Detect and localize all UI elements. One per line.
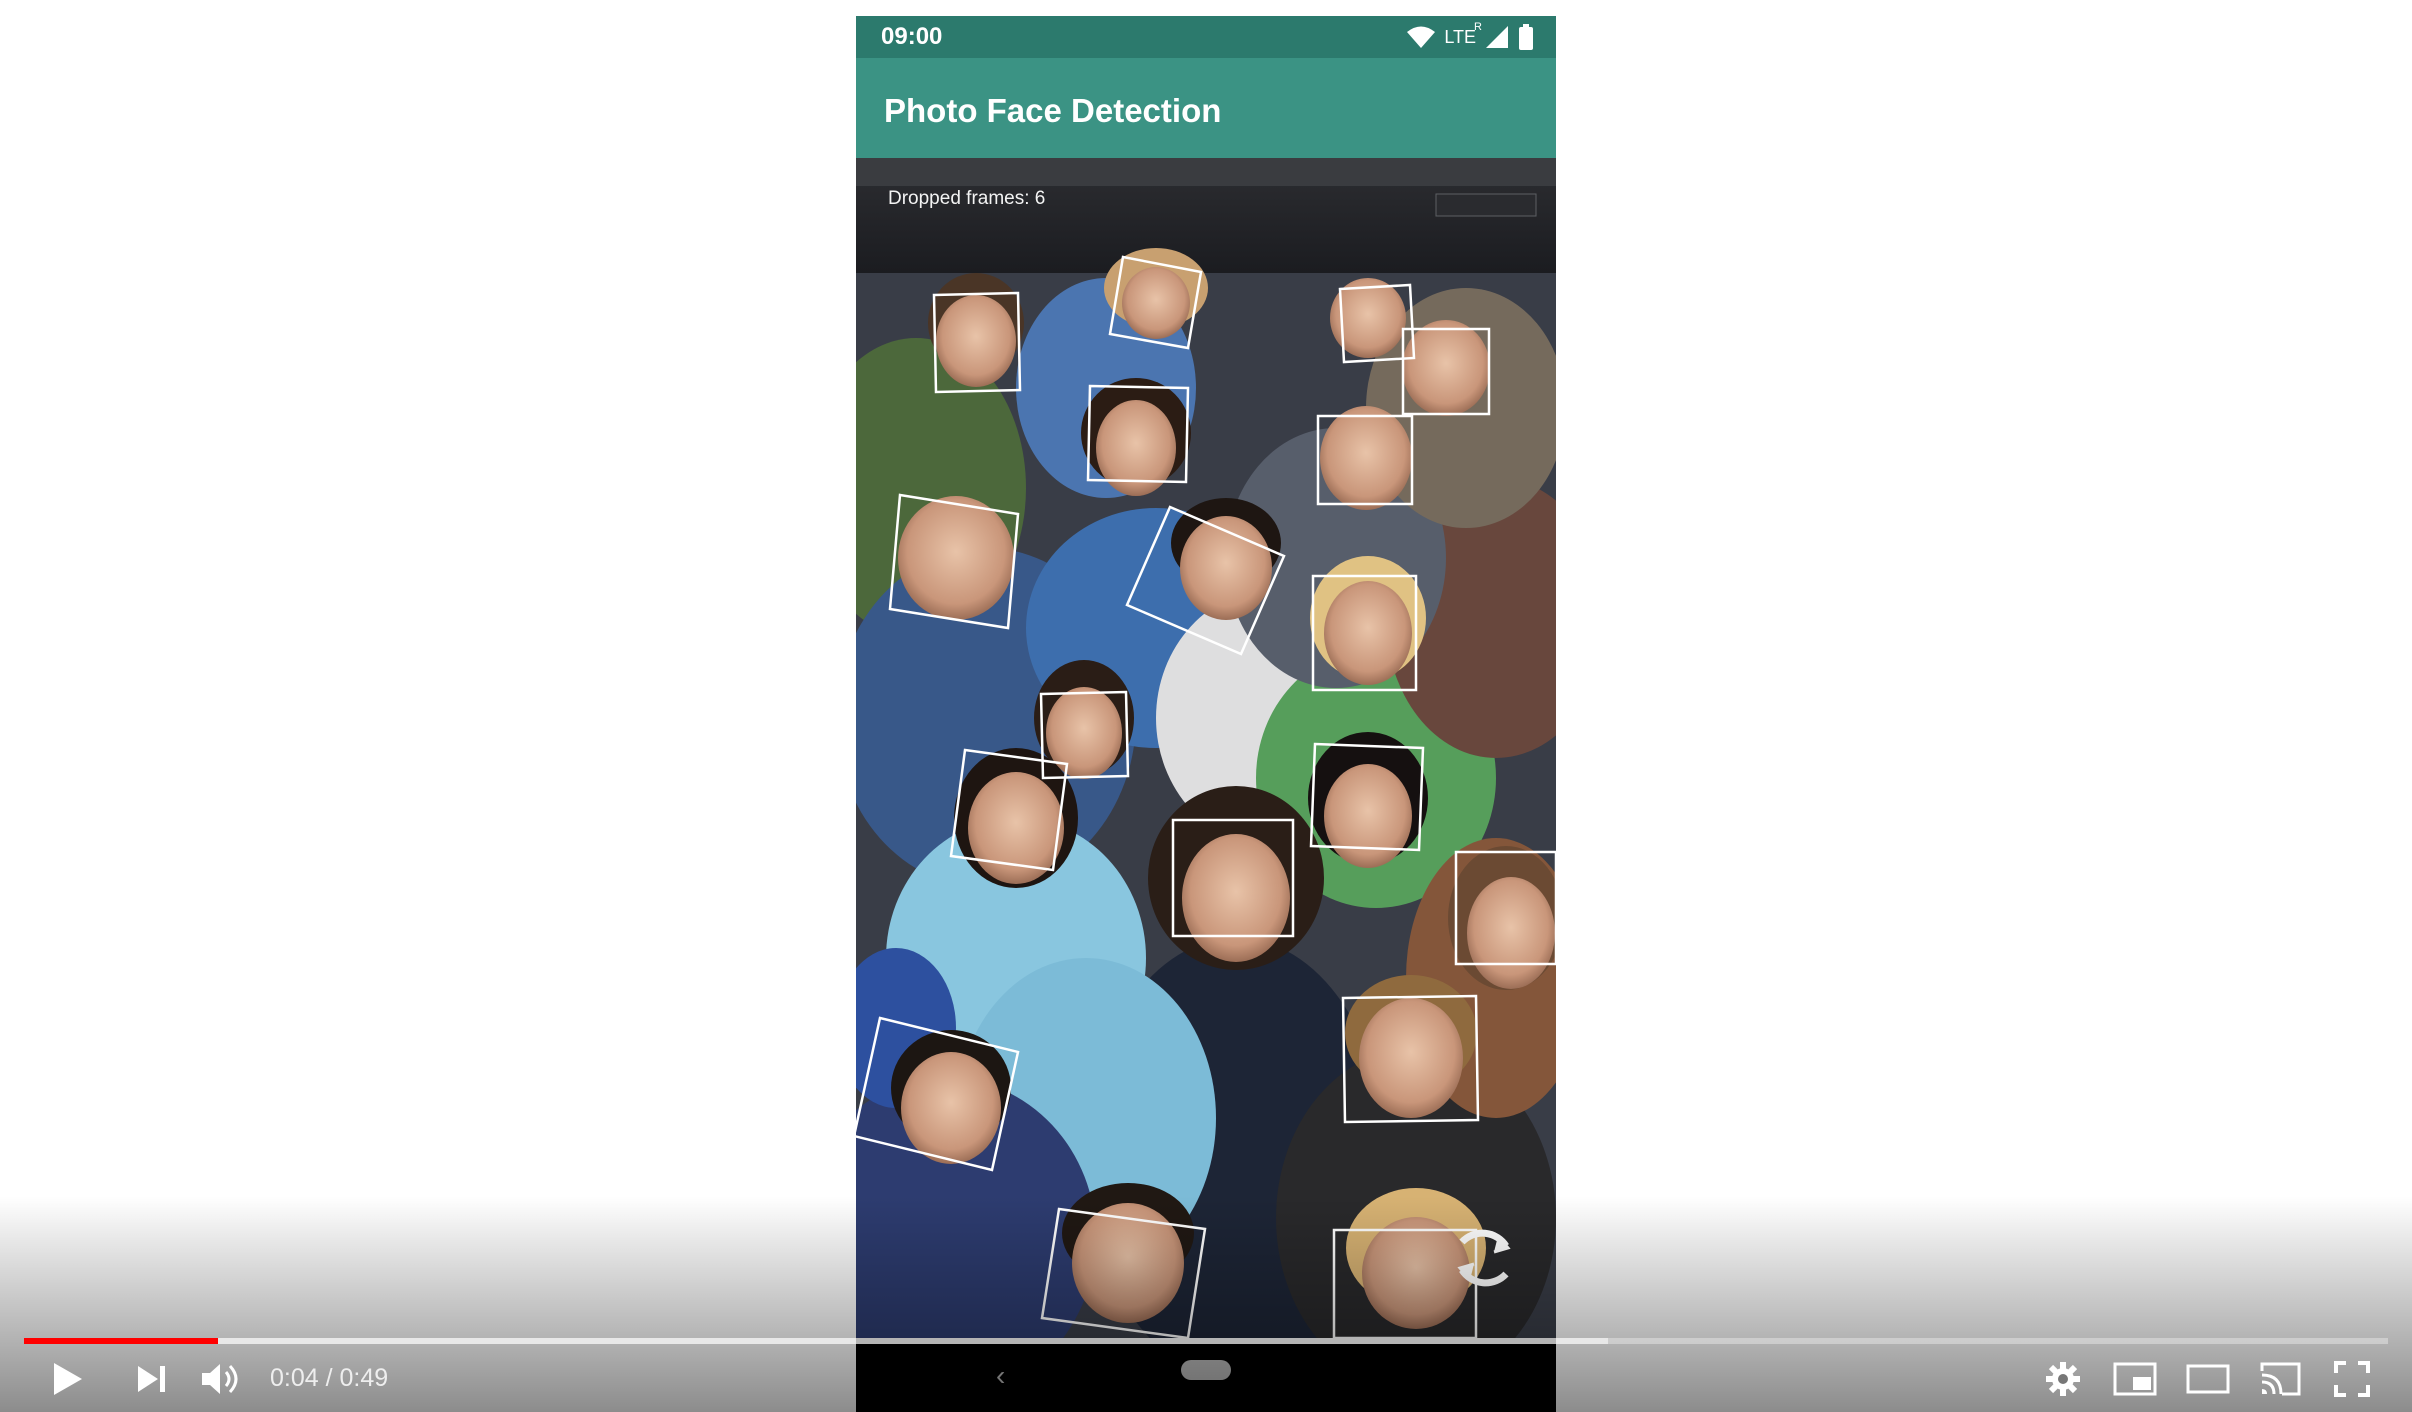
progress-bar[interactable]: [24, 1338, 2388, 1344]
miniplayer-button[interactable]: [2111, 1355, 2159, 1403]
volume-button[interactable]: [197, 1355, 245, 1403]
next-icon: [138, 1366, 165, 1392]
theater-mode-icon: [2186, 1364, 2230, 1394]
phone-screen: 09:00 LTE R Photo Face Detection Dropped …: [856, 16, 1556, 1412]
status-icons: LTE R: [1406, 21, 1534, 52]
theater-mode-button[interactable]: [2184, 1355, 2232, 1403]
current-time: 0:04: [270, 1364, 319, 1392]
network-type: LTE R: [1444, 21, 1482, 48]
fullscreen-icon: [2334, 1361, 2370, 1397]
play-icon: [54, 1363, 82, 1395]
play-button[interactable]: [44, 1355, 92, 1403]
signal-icon: [1486, 26, 1508, 48]
cast-icon: [2260, 1362, 2301, 1396]
next-button[interactable]: [128, 1355, 176, 1403]
wifi-icon: [1407, 26, 1436, 48]
app-title: Photo Face Detection: [884, 92, 1222, 129]
duration: 0:49: [339, 1364, 389, 1392]
progress-buffered: [24, 1338, 1608, 1344]
system-nav-bar: ‹: [856, 1338, 1556, 1412]
time-separator: /: [318, 1364, 340, 1392]
status-bar: 09:00 LTE R: [856, 16, 1556, 58]
status-time: 09:00: [881, 23, 943, 50]
battery-icon: [1519, 24, 1533, 50]
volume-icon: [202, 1364, 238, 1394]
roaming-indicator: R: [1474, 20, 1482, 33]
crowd-photo: [856, 158, 1556, 1338]
back-icon[interactable]: ‹: [996, 1362, 1005, 1390]
app-toolbar: Photo Face Detection: [856, 58, 1556, 158]
network-label: LTE: [1444, 26, 1476, 47]
settings-icon: [2046, 1362, 2080, 1396]
progress-played: [24, 1338, 218, 1344]
cast-button[interactable]: [2256, 1355, 2304, 1403]
camera-preview: Dropped frames: 6: [856, 158, 1556, 1338]
fullscreen-button[interactable]: [2328, 1355, 2376, 1403]
settings-button[interactable]: [2039, 1355, 2087, 1403]
time-display: 0:04 / 0:49: [270, 1364, 388, 1393]
home-pill-icon[interactable]: [1181, 1360, 1231, 1380]
miniplayer-icon: [2113, 1362, 2157, 1396]
dropped-frames-label: Dropped frames: 6: [888, 188, 1046, 209]
